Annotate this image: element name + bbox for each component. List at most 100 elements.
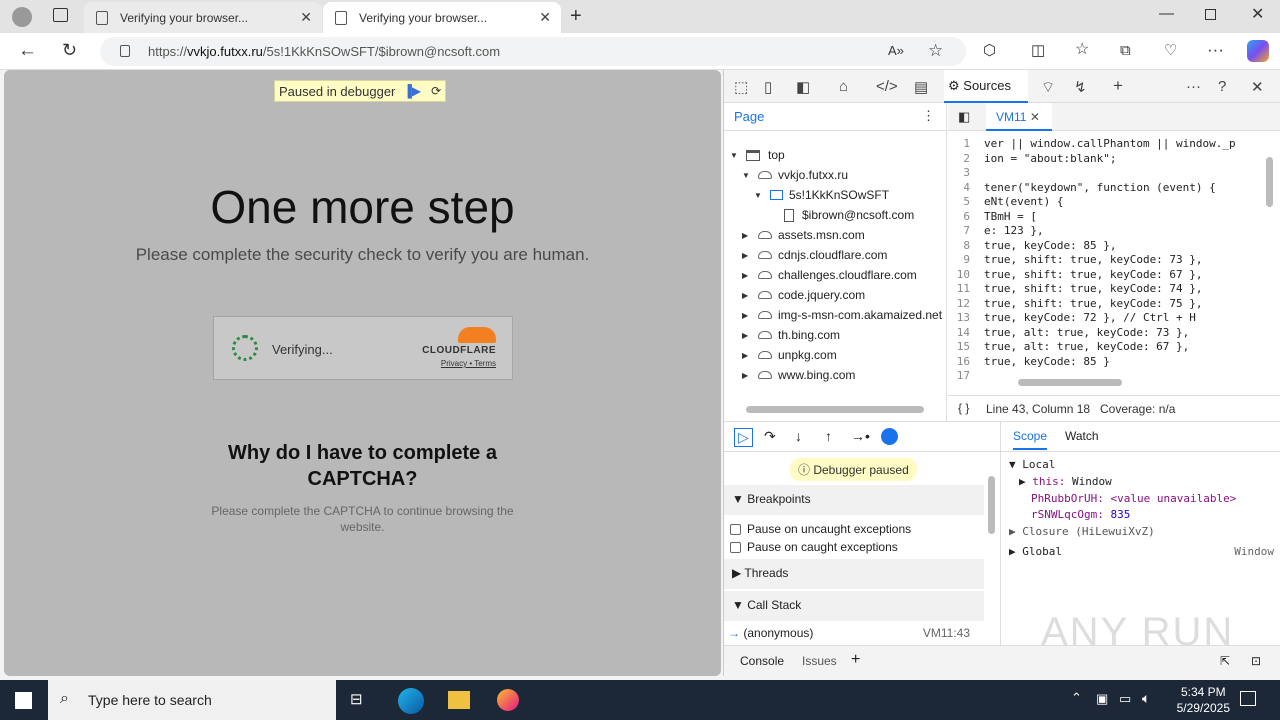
favorites-icon[interactable]: ☆ <box>1075 42 1089 58</box>
line-number[interactable]: 13 <box>948 311 984 324</box>
tab-scope[interactable]: Scope <box>1013 429 1048 450</box>
step-over-icon[interactable]: ⟳ <box>431 84 441 98</box>
network-icon[interactable]: ⌔ <box>1041 78 1055 97</box>
add-drawer-tab-icon[interactable]: + <box>851 651 860 669</box>
section-threads[interactable]: ▶ Threads <box>724 559 984 589</box>
performance-tab-icon[interactable]: ↯ <box>1074 78 1087 96</box>
line-number[interactable]: 15 <box>948 340 984 353</box>
step-out-icon[interactable]: ↑ <box>825 428 832 444</box>
profile-icon[interactable] <box>12 7 32 27</box>
inspect-icon[interactable]: ⬚ <box>734 78 748 96</box>
notifications-icon[interactable] <box>1240 691 1256 706</box>
scope-this[interactable]: ▶ this: Window <box>1019 475 1112 488</box>
code-line[interactable]: 13 true, keyCode: 72 }, // Ctrl + H <box>948 311 1268 326</box>
windows-start-icon[interactable] <box>15 692 32 709</box>
editor-vscrollbar[interactable] <box>1266 157 1273 207</box>
read-aloud-icon[interactable]: A» <box>888 44 904 57</box>
pretty-print-icon[interactable]: { } <box>958 401 969 415</box>
minimize-icon[interactable]: — <box>1159 6 1174 21</box>
tab-page[interactable]: Page <box>734 109 764 124</box>
code-line[interactable]: 14 true, alt: true, keyCode: 73 }, <box>948 326 1268 341</box>
line-number[interactable]: 3 <box>948 166 984 179</box>
privacy-terms-links[interactable]: Privacy • Terms <box>422 359 496 368</box>
line-number[interactable]: 17 <box>948 369 984 382</box>
section-call-stack[interactable]: ▼ Call Stack <box>724 591 984 621</box>
tree-item-domain[interactable]: ▶ code.jquery.com <box>742 285 865 305</box>
taskbar-search[interactable]: ⌕ Type here to search <box>48 680 336 720</box>
favorite-star-icon[interactable]: ☆ <box>928 42 943 59</box>
taskbar-clock[interactable]: 5:34 PM 5/29/2025 <box>1177 684 1230 716</box>
elements-icon[interactable]: </> <box>876 78 898 95</box>
volume-icon[interactable]: 🔈︎ <box>1142 691 1150 705</box>
tab-1[interactable]: Verifying your browser... ✕ <box>84 2 322 33</box>
code-line[interactable]: 2 ion = "about:blank"; <box>948 152 1268 167</box>
close-file-icon[interactable]: ✕ <box>1030 110 1040 124</box>
tree-item-file[interactable]: $ibrown@ncsoft.com <box>784 205 914 225</box>
callstack-frame[interactable]: → (anonymous) VM11:43 <box>728 626 978 640</box>
tree-item-domain[interactable]: ▶ challenges.cloudflare.com <box>742 265 917 285</box>
tree-item-domain[interactable]: ▶ th.bing.com <box>742 325 840 345</box>
close-devtools-icon[interactable]: ✕ <box>1251 78 1264 96</box>
code-line[interactable]: 5 eNt(event) { <box>948 195 1268 210</box>
resume-icon[interactable]: ▐▶ <box>403 84 421 98</box>
console-tab-icon[interactable]: ▤ <box>914 78 928 96</box>
task-view-icon[interactable]: ⊟ <box>350 692 363 707</box>
step-into-icon[interactable]: ↓ <box>795 428 802 444</box>
welcome-home-icon[interactable]: ⌂ <box>839 78 848 95</box>
line-number[interactable]: 5 <box>948 195 984 208</box>
code-area[interactable]: 1 ver || window.callPhantom || window._p 2… <box>948 137 1268 395</box>
scope-var[interactable]: rSNWLqcOgm: 835 <box>1031 508 1130 521</box>
step-over-icon[interactable]: ↷ <box>764 428 776 445</box>
code-line[interactable]: 16 true, keyCode: 85 } <box>948 355 1268 370</box>
captcha-widget[interactable]: Verifying... CLOUDFLARE Privacy • Terms <box>213 316 513 380</box>
code-line[interactable]: 4 tener("keydown", function (event) { <box>948 181 1268 196</box>
devtools-menu-icon[interactable]: ··· <box>1186 78 1201 95</box>
more-tools-icon[interactable]: + <box>1113 76 1123 96</box>
performance-icon[interactable]: ♡ <box>1164 43 1177 58</box>
tree-item-domain[interactable]: ▶ www.bing.com <box>742 365 855 385</box>
collections-icon[interactable]: ⧉ <box>1120 43 1131 58</box>
drawer-tab-console[interactable]: Console <box>740 654 784 668</box>
line-number[interactable]: 9 <box>948 253 984 266</box>
copilot-icon[interactable] <box>1247 40 1269 62</box>
firefox-icon[interactable] <box>497 689 519 711</box>
close-tab-icon[interactable]: ✕ <box>539 9 551 26</box>
step-icon[interactable]: →• <box>851 428 870 444</box>
line-number[interactable]: 12 <box>948 297 984 310</box>
line-number[interactable]: 2 <box>948 152 984 165</box>
split-screen-icon[interactable]: ◫ <box>1031 43 1045 58</box>
tree-item-domain[interactable]: ▶ unpkg.com <box>742 345 837 365</box>
file-explorer-icon[interactable] <box>448 691 470 709</box>
line-number[interactable]: 16 <box>948 355 984 368</box>
back-icon[interactable]: ← <box>18 41 37 60</box>
scope-var[interactable]: PhRubbOrUH: <value unavailable> <box>1031 492 1236 505</box>
undock-drawer-icon[interactable]: ⇱ <box>1220 654 1230 668</box>
code-line[interactable]: 6 TBmH = [ <box>948 210 1268 225</box>
url-text[interactable]: https://vvkjo.futxx.ru/5s!1KkKnSOwSFT/$i… <box>148 44 500 59</box>
line-number[interactable]: 14 <box>948 326 984 339</box>
code-line[interactable]: 8 true, keyCode: 85 }, <box>948 239 1268 254</box>
line-number[interactable]: 11 <box>948 282 984 295</box>
tree-item-domain[interactable]: ▶ img-s-msn-com.akamaized.net <box>742 305 942 325</box>
line-number[interactable]: 4 <box>948 181 984 194</box>
tab-2[interactable]: Verifying your browser... ✕ <box>323 2 561 33</box>
window-close-icon[interactable]: ✕ <box>1251 7 1264 23</box>
tab-sources[interactable]: ⚙ Sources <box>944 70 1028 103</box>
editor-hscrollbar[interactable] <box>1018 379 1122 386</box>
tree-item-domain[interactable]: ▶ assets.msn.com <box>742 225 865 245</box>
tab-actions-icon[interactable] <box>53 8 68 22</box>
tray-app-icon[interactable]: ▣ <box>1096 692 1108 705</box>
refresh-icon[interactable]: ↻ <box>62 41 77 59</box>
restore-icon[interactable] <box>1205 9 1216 20</box>
code-line[interactable]: 12 true, shift: true, keyCode: 75 }, <box>948 297 1268 312</box>
tree-item-domain[interactable]: ▼ vvkjo.futxx.ru <box>742 165 848 185</box>
navigator-hscrollbar[interactable] <box>746 406 924 413</box>
pause-caught-checkbox[interactable]: Pause on caught exceptions <box>730 540 898 554</box>
pause-uncaught-checkbox[interactable]: Pause on uncaught exceptions <box>730 522 911 536</box>
scope-closure[interactable]: ▶ Closure (HiLewuiXvZ) <box>1009 525 1155 538</box>
navigator-more-icon[interactable]: ⋮ <box>922 109 935 122</box>
code-line[interactable]: 1 ver || window.callPhantom || window._p <box>948 137 1268 152</box>
section-breakpoints[interactable]: ▼ Breakpoints <box>724 485 984 515</box>
scope-local[interactable]: ▼ Local <box>1009 458 1055 471</box>
new-tab-icon[interactable]: + <box>570 6 582 26</box>
